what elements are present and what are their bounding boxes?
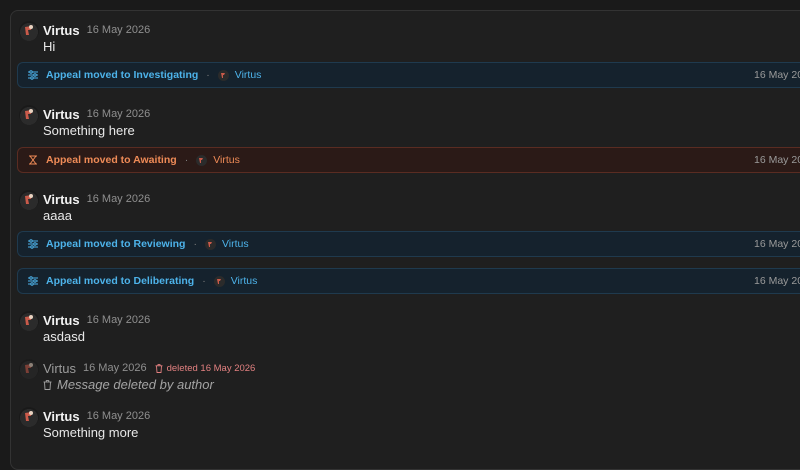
message-text: asdasd	[43, 329, 85, 344]
chat-message: Virtus 16 May 2026 asdasd	[19, 305, 779, 345]
sliders-icon	[28, 70, 38, 80]
event-timestamp: 16 May 2026	[754, 69, 800, 81]
avatar[interactable]	[19, 359, 39, 379]
event-user[interactable]: Virtus	[231, 275, 258, 287]
message-author[interactable]: Virtus	[43, 409, 80, 424]
message-author[interactable]: Virtus	[43, 313, 80, 328]
avatar[interactable]	[19, 21, 39, 41]
trash-icon	[155, 363, 163, 373]
event-text: Appeal moved to Deliberating	[46, 275, 195, 287]
event-text: Appeal moved to Investigating	[46, 69, 199, 81]
message-timestamp: 16 May 2026	[86, 193, 151, 205]
deleted-text: Message deleted by author	[57, 377, 214, 392]
avatar[interactable]	[19, 190, 39, 210]
message-timestamp: 16 May 2026	[86, 314, 151, 326]
hourglass-icon	[29, 155, 37, 165]
event-text: Appeal moved to Reviewing	[46, 238, 186, 250]
sliders-icon	[28, 239, 38, 249]
separator: ·	[184, 154, 189, 166]
avatar[interactable]	[196, 154, 208, 166]
avatar[interactable]	[213, 275, 225, 287]
deleted-message: Virtus 16 May 2026 deleted 16 May 2026 M…	[19, 353, 779, 393]
message-author[interactable]: Virtus	[43, 23, 80, 38]
chat-message: Virtus 16 May 2026 aaaa	[19, 184, 779, 224]
message-text: aaaa	[43, 208, 72, 223]
event-timestamp: 16 May 2026	[754, 238, 800, 250]
chat-message: Virtus 16 May 2026 Something here	[19, 99, 779, 139]
separator: ·	[193, 238, 197, 250]
status-event: Appeal moved to Reviewing · Virtus 16 Ma…	[17, 231, 800, 257]
message-author[interactable]: Virtus	[43, 107, 80, 122]
event-timestamp: 16 May 2026	[754, 275, 800, 287]
event-user[interactable]: Virtus	[235, 69, 262, 81]
message-timestamp: 16 May 2026	[86, 410, 151, 422]
avatar[interactable]	[19, 105, 39, 125]
avatar[interactable]	[19, 407, 39, 427]
message-author[interactable]: Virtus	[43, 192, 80, 207]
status-event: Appeal moved to Awaiting · Virtus 16 May…	[17, 147, 800, 173]
message-text: Message deleted by author	[43, 377, 214, 392]
avatar[interactable]	[19, 311, 39, 331]
status-event: Appeal moved to Deliberating · Virtus 16…	[17, 268, 800, 294]
event-user[interactable]: Virtus	[222, 238, 249, 250]
event-timestamp: 16 May 2026	[754, 154, 800, 166]
message-timestamp: 16 May 2026	[86, 24, 151, 36]
separator: ·	[206, 69, 210, 81]
back-arrow-icon[interactable]: ◂	[14, 0, 24, 3]
sliders-icon	[28, 276, 38, 286]
status-event: Appeal moved to Investigating · Virtus 1…	[17, 62, 800, 88]
avatar[interactable]	[204, 238, 216, 250]
chat-message: Virtus 16 May 2026 Something more	[19, 401, 779, 441]
message-timestamp: 16 May 2026	[86, 108, 151, 120]
separator: ·	[202, 275, 206, 287]
deleted-badge: deleted 16 May 2026	[155, 362, 256, 374]
appeal-thread-panel: Virtus 16 May 2026 Hi Appeal moved to In…	[10, 10, 800, 470]
trash-icon	[43, 379, 52, 390]
message-text: Something here	[43, 123, 135, 138]
event-text: Appeal moved to Awaiting	[46, 154, 177, 166]
chat-message: Virtus 16 May 2026 Hi	[19, 15, 779, 55]
message-text: Hi	[43, 39, 56, 54]
avatar[interactable]	[217, 69, 229, 81]
message-timestamp: 16 May 2026	[83, 362, 147, 374]
event-user[interactable]: Virtus	[213, 154, 240, 166]
message-text: Something more	[43, 425, 139, 440]
deleted-label: deleted 16 May 2026	[166, 362, 256, 374]
message-author[interactable]: Virtus	[43, 361, 76, 376]
